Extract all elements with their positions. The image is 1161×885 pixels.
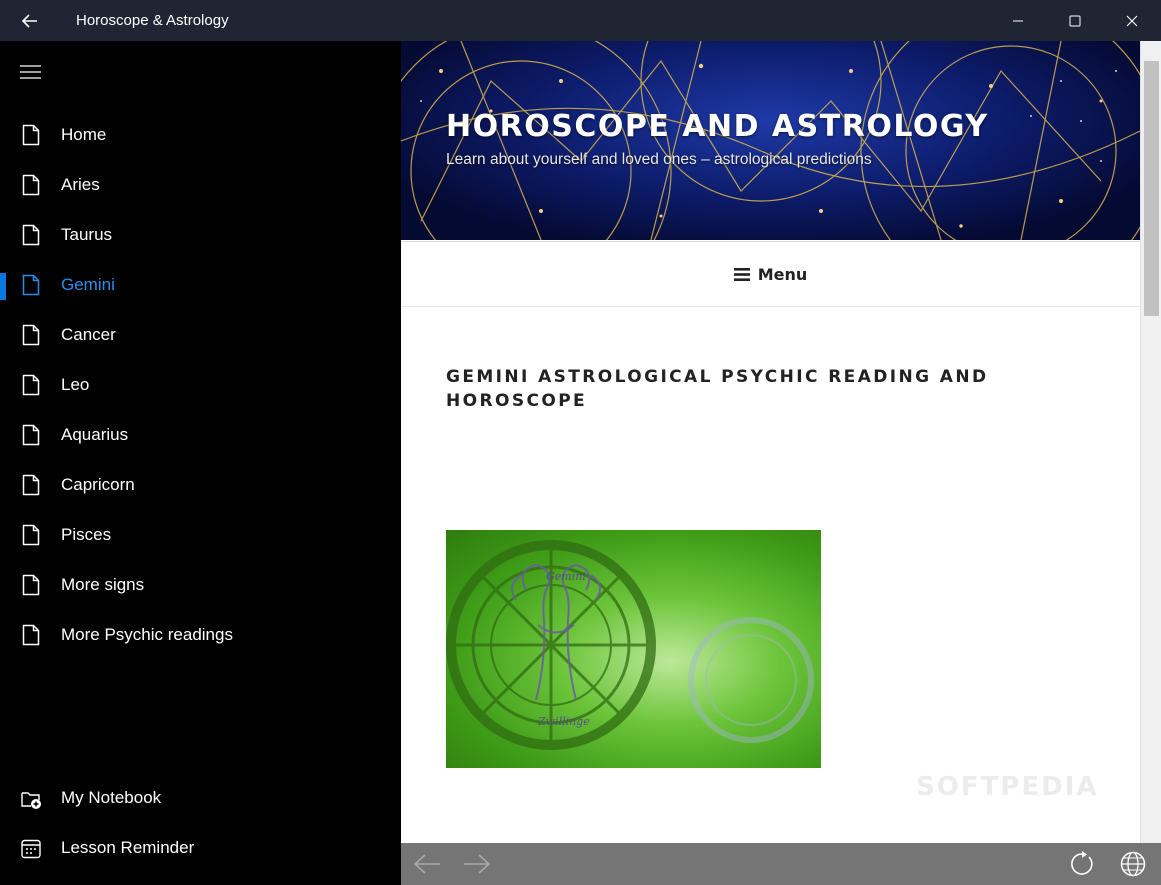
back-arrow-icon bbox=[413, 854, 440, 874]
sidebar-item-gemini[interactable]: Gemini bbox=[0, 261, 401, 311]
sidebar-item-my-notebook[interactable]: My Notebook bbox=[0, 774, 401, 824]
site-menu-button[interactable]: Menu bbox=[733, 264, 808, 284]
window-title: Horoscope & Astrology bbox=[76, 12, 229, 29]
gemini-zodiac-image: Gemini Zwillinge bbox=[446, 530, 821, 768]
calendar-icon bbox=[21, 839, 41, 859]
sidebar-item-label: More Psychic readings bbox=[61, 625, 233, 644]
browser-toolbar bbox=[401, 843, 1161, 885]
sidebar-item-label: Aries bbox=[61, 175, 100, 194]
document-icon bbox=[22, 374, 40, 396]
refresh-button[interactable] bbox=[1066, 849, 1098, 879]
forward-arrow-icon bbox=[464, 854, 491, 874]
sidebar-item-label: Aquarius bbox=[61, 425, 129, 444]
notebook-add-icon bbox=[21, 792, 41, 809]
web-content: HOROSCOPE AND ASTROLOGY Learn about your… bbox=[401, 41, 1140, 843]
document-icon bbox=[22, 324, 40, 346]
document-icon bbox=[22, 624, 40, 646]
document-icon bbox=[22, 524, 40, 546]
maximize-button[interactable] bbox=[1046, 0, 1103, 41]
sidebar-item-label: Leo bbox=[61, 375, 90, 394]
back-button[interactable] bbox=[14, 6, 46, 36]
site-subtitle: Learn about yourself and loved ones – as… bbox=[446, 151, 872, 168]
document-icon bbox=[22, 424, 40, 446]
sidebar-item-pisces[interactable]: Pisces bbox=[0, 511, 401, 561]
sidebar-item-label: My Notebook bbox=[61, 788, 162, 807]
post-title: GEMINI ASTROLOGICAL PSYCHIC READING AND … bbox=[446, 367, 989, 411]
hamburger-menu-button[interactable] bbox=[20, 65, 42, 79]
sidebar-item-label: Taurus bbox=[61, 225, 113, 244]
document-icon bbox=[22, 224, 40, 246]
sidebar-item-more-psychic-readings[interactable]: More Psychic readings bbox=[0, 611, 401, 661]
title-bar: Horoscope & Astrology bbox=[0, 0, 1161, 41]
document-icon bbox=[22, 274, 40, 296]
site-menu-bar: Menu bbox=[401, 241, 1140, 307]
globe-icon bbox=[1120, 851, 1146, 877]
browser-back-button[interactable] bbox=[411, 849, 443, 879]
sidebar-item-aquarius[interactable]: Aquarius bbox=[0, 411, 401, 461]
browser-forward-button[interactable] bbox=[461, 849, 493, 879]
close-icon bbox=[1126, 15, 1137, 26]
maximize-icon bbox=[1069, 15, 1080, 26]
minimize-button[interactable] bbox=[989, 0, 1046, 41]
document-icon bbox=[22, 174, 40, 196]
document-icon bbox=[22, 474, 40, 496]
sidebar-item-taurus[interactable]: Taurus bbox=[0, 211, 401, 261]
hamburger-icon bbox=[20, 65, 41, 79]
sidebar-item-label: More signs bbox=[61, 575, 145, 594]
minimize-icon bbox=[1012, 20, 1023, 21]
gemini-illustration: Gemini Zwillinge bbox=[446, 540, 814, 750]
navigation-sidebar: Home Aries Taurus Gemini Cancer Leo Aquarius Ca… bbox=[0, 41, 401, 885]
sidebar-item-label: Gemini bbox=[61, 275, 115, 294]
image-caption-top: Gemini bbox=[546, 570, 586, 583]
menu-label: Menu bbox=[757, 264, 808, 284]
sidebar-item-cancer[interactable]: Cancer bbox=[0, 311, 401, 361]
document-icon bbox=[22, 124, 40, 146]
sidebar-item-label: Cancer bbox=[61, 325, 116, 344]
active-indicator bbox=[0, 273, 6, 300]
back-arrow-icon bbox=[22, 14, 37, 28]
site-title[interactable]: HOROSCOPE AND ASTROLOGY bbox=[446, 109, 989, 144]
refresh-icon bbox=[1071, 851, 1093, 875]
sidebar-item-leo[interactable]: Leo bbox=[0, 361, 401, 411]
content-scrollbar[interactable] bbox=[1140, 41, 1161, 843]
sidebar-item-capricorn[interactable]: Capricorn bbox=[0, 461, 401, 511]
image-caption-bottom: Zwillinge bbox=[537, 715, 590, 728]
softpedia-watermark: SOFTPEDIA bbox=[916, 772, 1099, 802]
menu-icon bbox=[733, 267, 750, 281]
scrollbar-thumb[interactable] bbox=[1144, 61, 1159, 316]
sidebar-item-label: Pisces bbox=[61, 525, 112, 544]
sidebar-item-aries[interactable]: Aries bbox=[0, 161, 401, 211]
sidebar-item-lesson-reminder[interactable]: Lesson Reminder bbox=[0, 824, 401, 874]
sidebar-item-label: Capricorn bbox=[61, 475, 135, 494]
sidebar-item-label: Lesson Reminder bbox=[61, 838, 195, 857]
open-in-browser-button[interactable] bbox=[1117, 849, 1149, 879]
sidebar-item-label: Home bbox=[61, 125, 107, 144]
sidebar-item-home[interactable]: Home bbox=[0, 111, 401, 161]
close-button[interactable] bbox=[1103, 0, 1160, 41]
document-icon bbox=[22, 574, 40, 596]
sidebar-item-more-signs[interactable]: More signs bbox=[0, 561, 401, 611]
site-header-banner: HOROSCOPE AND ASTROLOGY Learn about your… bbox=[401, 41, 1140, 240]
